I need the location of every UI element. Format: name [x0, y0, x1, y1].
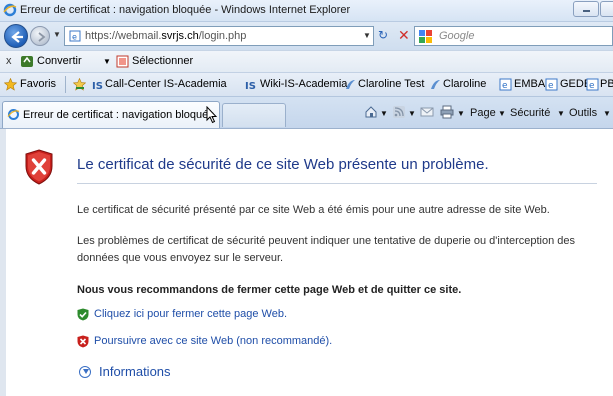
stop-button[interactable]: ✕ [398, 27, 414, 43]
print-icon[interactable] [440, 105, 454, 119]
forward-arrow-icon [38, 32, 46, 42]
ie-page-icon: e [499, 78, 512, 91]
window-title: Erreur de certificat : navigation bloqué… [20, 4, 351, 16]
information-label: Informations [99, 364, 171, 379]
svg-text:e: e [502, 81, 508, 91]
favorite-item[interactable]: Claroline [443, 78, 486, 90]
address-dropdown-icon[interactable]: ▼ [363, 31, 371, 40]
feeds-icon[interactable] [392, 105, 406, 119]
continue-link[interactable]: Poursuivre avec ce site Web (non recomma… [94, 335, 332, 347]
page-menu[interactable]: Page [470, 107, 496, 119]
print-dropdown-icon[interactable]: ▼ [457, 109, 465, 118]
search-placeholder: Google [439, 30, 475, 42]
warning-text-line1: Les problèmes de certificat de sécurité … [77, 235, 576, 247]
claroline-icon [431, 80, 440, 89]
tab-certificate-error[interactable]: Erreur de certificat : navigation bloqué… [2, 101, 220, 129]
tab-label: Erreur de certificat : navigation bloqué… [23, 109, 215, 121]
convert-button[interactable]: Convertir [37, 55, 82, 67]
svg-text:e: e [589, 81, 595, 91]
is-academia-icon: IS [92, 81, 103, 91]
select-icon [116, 55, 129, 68]
history-dropdown-icon[interactable]: ▼ [53, 30, 61, 39]
url-domain: svrjs.ch [161, 30, 199, 42]
url-prefix: https://webmail. [85, 30, 162, 42]
security-menu[interactable]: Sécurité [510, 107, 550, 119]
ie-logo-icon [3, 3, 17, 17]
svg-text:IS: IS [245, 81, 256, 91]
favorite-item[interactable]: PBOI [600, 78, 613, 90]
green-shield-icon [77, 308, 89, 321]
favorites-bar: Favoris IS Call-Center IS-Academia IS Wi… [0, 72, 613, 96]
expand-chevron-icon [79, 366, 91, 378]
tools-menu[interactable]: Outils [569, 107, 597, 119]
search-box[interactable]: Google [414, 26, 613, 46]
tools-menu-chevron-icon: ▼ [603, 109, 611, 118]
url-text: https://webmail.svrjs.ch/login.php [85, 30, 246, 42]
error-shield-icon [25, 149, 53, 185]
favorite-item[interactable]: EMBA [514, 78, 545, 90]
ie-page-icon: e [545, 78, 558, 91]
convert-icon [21, 56, 33, 67]
explanation-text: Le certificat de sécurité présenté par c… [77, 204, 550, 216]
title-bar: Erreur de certificat : navigation bloqué… [0, 0, 613, 22]
favorite-item[interactable]: Wiki-IS-Academia [260, 78, 347, 90]
add-favorite-icon[interactable] [73, 78, 86, 91]
back-arrow-icon [11, 31, 23, 43]
page-title: Le certificat de sécurité de ce site Web… [77, 156, 489, 173]
ie-page-icon: e [586, 78, 599, 91]
feeds-dropdown-icon[interactable]: ▼ [408, 109, 416, 118]
svg-text:e: e [72, 33, 77, 42]
favorites-separator [65, 76, 66, 93]
security-menu-chevron-icon: ▼ [557, 109, 565, 118]
svg-text:IS: IS [92, 81, 103, 91]
new-tab-button[interactable] [222, 103, 286, 127]
svg-text:e: e [548, 81, 554, 91]
red-shield-icon [77, 335, 89, 348]
back-button[interactable] [4, 24, 28, 48]
home-dropdown-icon[interactable]: ▼ [380, 109, 388, 118]
ie-page-icon: e [69, 30, 81, 42]
home-icon[interactable] [364, 105, 378, 119]
favorite-item[interactable]: Call-Center IS-Academia [105, 78, 227, 90]
recommendation-text: Nous vous recommandons de fermer cette p… [77, 284, 462, 296]
favorites-button[interactable]: Favoris [20, 78, 56, 90]
select-button[interactable]: Sélectionner [132, 55, 193, 67]
close-toolbar-button[interactable]: x [6, 55, 12, 67]
convert-toolbar: x Convertir ▼ Sélectionner [0, 50, 613, 72]
refresh-button[interactable]: ↻ [378, 28, 396, 44]
page-content: Le certificat de sécurité de ce site Web… [0, 128, 613, 396]
forward-button[interactable] [30, 26, 50, 46]
minimize-button[interactable] [573, 1, 599, 17]
close-page-link[interactable]: Cliquez ici pour fermer cette page Web. [94, 308, 287, 320]
url-suffix: /login.php [198, 30, 247, 42]
favorite-item[interactable]: Claroline Test [358, 78, 424, 90]
google-icon [419, 30, 432, 43]
is-academia-icon: IS [245, 81, 256, 91]
title-divider [77, 183, 597, 184]
maximize-button[interactable] [600, 1, 613, 17]
warning-text-line2: données que vous envoyez sur le serveur. [77, 252, 284, 264]
mail-icon[interactable] [420, 105, 434, 119]
ie-logo-icon [7, 109, 20, 120]
tab-bar: Erreur de certificat : navigation bloqué… [0, 96, 613, 129]
favorites-star-icon [4, 78, 17, 91]
mouse-cursor-icon [206, 106, 218, 124]
page-menu-chevron-icon: ▼ [498, 109, 506, 118]
navigation-bar: ▼ e https://webmail.svrjs.ch/login.php ▼… [0, 22, 613, 50]
claroline-icon [346, 80, 355, 89]
address-field[interactable]: e https://webmail.svrjs.ch/login.php ▼ [64, 26, 374, 46]
content-left-border [0, 129, 6, 396]
convert-dropdown-icon[interactable]: ▼ [103, 57, 111, 66]
